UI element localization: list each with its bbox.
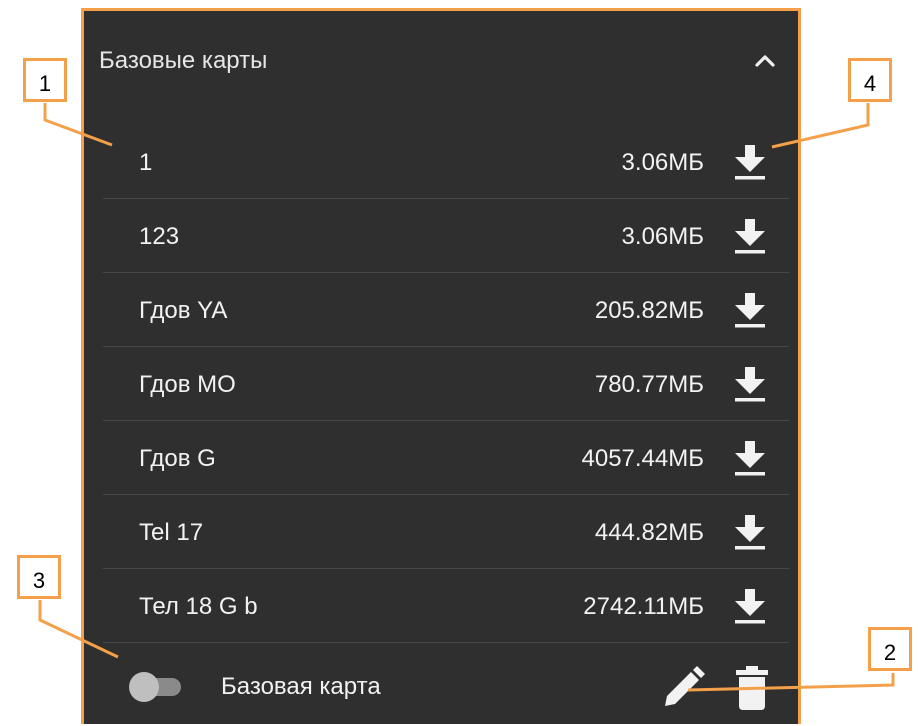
map-name: Гдов YA	[139, 297, 228, 324]
map-size: 205.82МБ	[594, 297, 704, 324]
base-map-toggle[interactable]	[129, 670, 185, 704]
list-item[interactable]: 1 3.06МБ	[103, 125, 789, 199]
section-title: Базовые карты	[99, 47, 268, 74]
chevron-up-icon[interactable]	[752, 51, 778, 71]
map-size: 4057.44МБ	[581, 445, 705, 472]
trash-icon[interactable]	[732, 664, 772, 712]
download-icon[interactable]	[732, 585, 768, 625]
base-map-row: Базовая карта	[84, 646, 798, 726]
list-item[interactable]: Гдов YA 205.82МБ	[103, 273, 789, 347]
map-size: 3.06МБ	[621, 223, 704, 250]
map-name: Гдов MO	[139, 371, 236, 398]
list-item[interactable]: Тел 18 G b 2742.11МБ	[103, 569, 789, 643]
download-icon[interactable]	[732, 363, 768, 403]
base-map-label: Базовая карта	[221, 673, 381, 700]
download-icon[interactable]	[732, 437, 768, 477]
callout-2: 2	[868, 627, 912, 671]
map-name: 1	[139, 149, 153, 176]
toggle-knob	[129, 672, 159, 702]
map-name: 123	[139, 223, 180, 250]
download-icon[interactable]	[732, 289, 768, 329]
list-item[interactable]: Tel 17 444.82МБ	[103, 495, 789, 569]
download-icon[interactable]	[732, 511, 768, 551]
callout-1: 1	[23, 58, 67, 102]
map-name: Гдов G	[139, 445, 216, 472]
callout-3: 3	[17, 555, 61, 599]
map-size: 780.77МБ	[594, 371, 704, 398]
base-maps-panel: Базовые карты 1 3.06МБ 123 3.06МБ Гдов Y…	[81, 8, 801, 724]
list-item[interactable]: Гдов MO 780.77МБ	[103, 347, 789, 421]
pencil-icon[interactable]	[659, 664, 707, 712]
map-list: 1 3.06МБ 123 3.06МБ Гдов YA 205.82МБ Гдо…	[103, 125, 789, 643]
callout-4: 4	[848, 58, 892, 102]
map-size: 2742.11МБ	[583, 593, 704, 620]
download-icon[interactable]	[732, 141, 768, 181]
map-size: 3.06МБ	[621, 149, 704, 176]
list-item[interactable]: 123 3.06МБ	[103, 199, 789, 273]
map-name: Tel 17	[139, 519, 204, 546]
map-size: 444.82МБ	[594, 519, 704, 546]
map-name: Тел 18 G b	[139, 593, 258, 620]
download-icon[interactable]	[732, 215, 768, 255]
list-item[interactable]: Гдов G 4057.44МБ	[103, 421, 789, 495]
